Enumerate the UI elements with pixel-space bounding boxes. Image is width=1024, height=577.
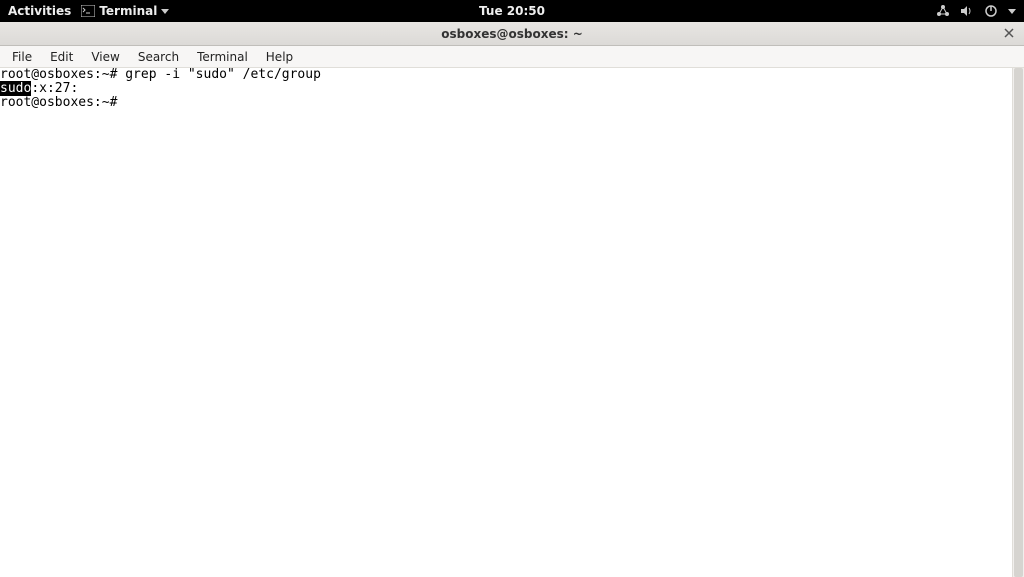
- menu-file[interactable]: File: [4, 48, 40, 66]
- close-icon: [1004, 28, 1014, 38]
- menu-search[interactable]: Search: [130, 48, 187, 66]
- output-text: :x:27:: [31, 81, 78, 96]
- system-menu-arrow-icon[interactable]: [1008, 9, 1016, 14]
- active-app-label: Terminal: [99, 4, 157, 18]
- command-text: grep -i "sudo" /etc/group: [125, 67, 321, 82]
- terminal-area[interactable]: root@osboxes:~# grep -i "sudo" /etc/grou…: [0, 68, 1024, 577]
- power-icon[interactable]: [984, 4, 998, 18]
- dropdown-arrow-icon: [161, 9, 169, 14]
- menu-help[interactable]: Help: [258, 48, 301, 66]
- clock-text: Tue 20:50: [479, 4, 545, 18]
- topbar-left: Activities Terminal: [8, 4, 169, 18]
- menubar: File Edit View Search Terminal Help: [0, 46, 1024, 68]
- menu-view[interactable]: View: [83, 48, 127, 66]
- network-icon[interactable]: [936, 4, 950, 18]
- topbar-right: [936, 4, 1016, 18]
- gnome-top-bar: Activities Terminal Tue 20:50: [0, 0, 1024, 22]
- grep-match: sudo: [0, 81, 31, 96]
- menu-terminal[interactable]: Terminal: [189, 48, 256, 66]
- menu-edit[interactable]: Edit: [42, 48, 81, 66]
- window-title: osboxes@osboxes: ~: [441, 27, 583, 41]
- terminal-app-icon: [81, 5, 95, 17]
- activities-button[interactable]: Activities: [8, 4, 71, 18]
- window-titlebar[interactable]: osboxes@osboxes: ~: [0, 22, 1024, 46]
- prompt: root@osboxes:~#: [0, 95, 125, 110]
- activities-label: Activities: [8, 4, 71, 18]
- scrollbar[interactable]: [1012, 68, 1024, 577]
- active-app-menu[interactable]: Terminal: [81, 4, 169, 18]
- prompt: root@osboxes:~#: [0, 67, 125, 82]
- volume-icon[interactable]: [960, 4, 974, 18]
- close-button[interactable]: [1002, 26, 1016, 40]
- terminal-output: root@osboxes:~# grep -i "sudo" /etc/grou…: [0, 68, 1024, 110]
- clock[interactable]: Tue 20:50: [479, 4, 545, 18]
- scrollbar-thumb[interactable]: [1014, 68, 1023, 577]
